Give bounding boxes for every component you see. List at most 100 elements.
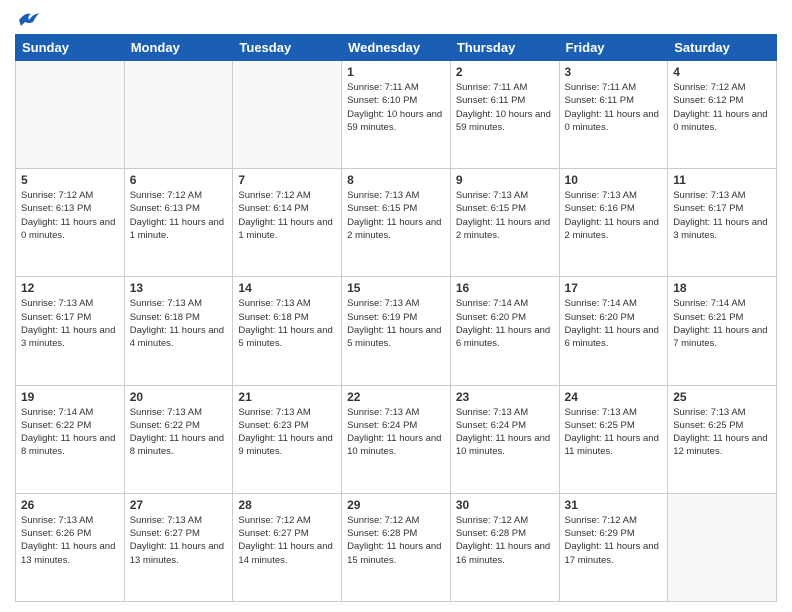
calendar-cell: 6 Sunrise: 7:12 AM Sunset: 6:13 PM Daylig… [124, 169, 233, 277]
cell-details: Sunrise: 7:13 AM Sunset: 6:16 PM Dayligh… [565, 189, 663, 242]
day-number: 19 [21, 390, 119, 404]
cell-details: Sunrise: 7:12 AM Sunset: 6:13 PM Dayligh… [21, 189, 119, 242]
cell-details: Sunrise: 7:13 AM Sunset: 6:17 PM Dayligh… [673, 189, 771, 242]
weekday-header-tuesday: Tuesday [233, 35, 342, 61]
cell-details: Sunrise: 7:12 AM Sunset: 6:28 PM Dayligh… [347, 514, 445, 567]
cell-details: Sunrise: 7:13 AM Sunset: 6:24 PM Dayligh… [347, 406, 445, 459]
cell-details: Sunrise: 7:11 AM Sunset: 6:10 PM Dayligh… [347, 81, 445, 134]
day-number: 3 [565, 65, 663, 79]
cell-details: Sunrise: 7:13 AM Sunset: 6:18 PM Dayligh… [130, 297, 228, 350]
cell-details: Sunrise: 7:12 AM Sunset: 6:14 PM Dayligh… [238, 189, 336, 242]
weekday-header-friday: Friday [559, 35, 668, 61]
weekday-header-monday: Monday [124, 35, 233, 61]
day-number: 14 [238, 281, 336, 295]
calendar-cell: 15 Sunrise: 7:13 AM Sunset: 6:19 PM Dayli… [342, 277, 451, 385]
logo-bird-icon [17, 10, 39, 28]
cell-details: Sunrise: 7:13 AM Sunset: 6:25 PM Dayligh… [565, 406, 663, 459]
page: SundayMondayTuesdayWednesdayThursdayFrid… [0, 0, 792, 612]
day-number: 17 [565, 281, 663, 295]
day-number: 1 [347, 65, 445, 79]
calendar-cell: 5 Sunrise: 7:12 AM Sunset: 6:13 PM Daylig… [16, 169, 125, 277]
calendar-cell: 10Sunrise: 7:13 AM Sunset: 6:16 PM Dayli… [559, 169, 668, 277]
day-number: 7 [238, 173, 336, 187]
cell-details: Sunrise: 7:13 AM Sunset: 6:15 PM Dayligh… [347, 189, 445, 242]
calendar-cell: 4 Sunrise: 7:12 AM Sunset: 6:12 PM Daylig… [668, 61, 777, 169]
day-number: 15 [347, 281, 445, 295]
day-number: 23 [456, 390, 554, 404]
calendar-week-row: 5 Sunrise: 7:12 AM Sunset: 6:13 PM Daylig… [16, 169, 777, 277]
cell-details: Sunrise: 7:13 AM Sunset: 6:15 PM Dayligh… [456, 189, 554, 242]
calendar-cell: 19 Sunrise: 7:14 AM Sunset: 6:22 PM Dayli… [16, 385, 125, 493]
calendar-week-row: 12Sunrise: 7:13 AM Sunset: 6:17 PM Dayli… [16, 277, 777, 385]
day-number: 24 [565, 390, 663, 404]
calendar-week-row: 26 Sunrise: 7:13 AM Sunset: 6:26 PM Dayli… [16, 493, 777, 601]
calendar-cell: 3 Sunrise: 7:11 AM Sunset: 6:11 PM Daylig… [559, 61, 668, 169]
weekday-header-thursday: Thursday [450, 35, 559, 61]
day-number: 27 [130, 498, 228, 512]
day-number: 29 [347, 498, 445, 512]
day-number: 21 [238, 390, 336, 404]
logo [15, 10, 39, 26]
day-number: 6 [130, 173, 228, 187]
cell-details: Sunrise: 7:13 AM Sunset: 6:18 PM Dayligh… [238, 297, 336, 350]
calendar-cell [124, 61, 233, 169]
day-number: 16 [456, 281, 554, 295]
cell-details: Sunrise: 7:14 AM Sunset: 6:20 PM Dayligh… [456, 297, 554, 350]
cell-details: Sunrise: 7:13 AM Sunset: 6:26 PM Dayligh… [21, 514, 119, 567]
day-number: 26 [21, 498, 119, 512]
cell-details: Sunrise: 7:12 AM Sunset: 6:28 PM Dayligh… [456, 514, 554, 567]
calendar-cell: 25 Sunrise: 7:13 AM Sunset: 6:25 PM Dayli… [668, 385, 777, 493]
day-number: 18 [673, 281, 771, 295]
cell-details: Sunrise: 7:13 AM Sunset: 6:22 PM Dayligh… [130, 406, 228, 459]
calendar-cell: 8Sunrise: 7:13 AM Sunset: 6:15 PM Daylig… [342, 169, 451, 277]
calendar-cell: 7 Sunrise: 7:12 AM Sunset: 6:14 PM Daylig… [233, 169, 342, 277]
day-number: 13 [130, 281, 228, 295]
day-number: 28 [238, 498, 336, 512]
day-number: 4 [673, 65, 771, 79]
calendar-week-row: 1 Sunrise: 7:11 AM Sunset: 6:10 PM Daylig… [16, 61, 777, 169]
calendar-cell: 22 Sunrise: 7:13 AM Sunset: 6:24 PM Dayli… [342, 385, 451, 493]
cell-details: Sunrise: 7:12 AM Sunset: 6:12 PM Dayligh… [673, 81, 771, 134]
calendar-cell: 27 Sunrise: 7:13 AM Sunset: 6:27 PM Dayli… [124, 493, 233, 601]
calendar-week-row: 19 Sunrise: 7:14 AM Sunset: 6:22 PM Dayli… [16, 385, 777, 493]
calendar-cell: 28 Sunrise: 7:12 AM Sunset: 6:27 PM Dayli… [233, 493, 342, 601]
calendar-cell: 12Sunrise: 7:13 AM Sunset: 6:17 PM Dayli… [16, 277, 125, 385]
weekday-header-sunday: Sunday [16, 35, 125, 61]
calendar-cell: 2Sunrise: 7:11 AM Sunset: 6:11 PM Daylig… [450, 61, 559, 169]
day-number: 20 [130, 390, 228, 404]
day-number: 9 [456, 173, 554, 187]
calendar-cell: 29 Sunrise: 7:12 AM Sunset: 6:28 PM Dayli… [342, 493, 451, 601]
calendar-cell [233, 61, 342, 169]
cell-details: Sunrise: 7:13 AM Sunset: 6:27 PM Dayligh… [130, 514, 228, 567]
cell-details: Sunrise: 7:13 AM Sunset: 6:19 PM Dayligh… [347, 297, 445, 350]
day-number: 25 [673, 390, 771, 404]
cell-details: Sunrise: 7:13 AM Sunset: 6:25 PM Dayligh… [673, 406, 771, 459]
calendar-cell [668, 493, 777, 601]
day-number: 22 [347, 390, 445, 404]
cell-details: Sunrise: 7:14 AM Sunset: 6:22 PM Dayligh… [21, 406, 119, 459]
cell-details: Sunrise: 7:13 AM Sunset: 6:24 PM Dayligh… [456, 406, 554, 459]
cell-details: Sunrise: 7:11 AM Sunset: 6:11 PM Dayligh… [565, 81, 663, 134]
calendar-cell: 20 Sunrise: 7:13 AM Sunset: 6:22 PM Dayli… [124, 385, 233, 493]
calendar-cell: 26 Sunrise: 7:13 AM Sunset: 6:26 PM Dayli… [16, 493, 125, 601]
calendar-cell: 1 Sunrise: 7:11 AM Sunset: 6:10 PM Daylig… [342, 61, 451, 169]
cell-details: Sunrise: 7:12 AM Sunset: 6:27 PM Dayligh… [238, 514, 336, 567]
calendar-cell: 18 Sunrise: 7:14 AM Sunset: 6:21 PM Dayli… [668, 277, 777, 385]
day-number: 30 [456, 498, 554, 512]
calendar-cell: 13 Sunrise: 7:13 AM Sunset: 6:18 PM Dayli… [124, 277, 233, 385]
cell-details: Sunrise: 7:13 AM Sunset: 6:17 PM Dayligh… [21, 297, 119, 350]
calendar-cell: 9 Sunrise: 7:13 AM Sunset: 6:15 PM Daylig… [450, 169, 559, 277]
header [15, 10, 777, 26]
calendar-cell: 31Sunrise: 7:12 AM Sunset: 6:29 PM Dayli… [559, 493, 668, 601]
cell-details: Sunrise: 7:12 AM Sunset: 6:13 PM Dayligh… [130, 189, 228, 242]
cell-details: Sunrise: 7:13 AM Sunset: 6:23 PM Dayligh… [238, 406, 336, 459]
day-number: 11 [673, 173, 771, 187]
day-number: 31 [565, 498, 663, 512]
calendar-cell: 11 Sunrise: 7:13 AM Sunset: 6:17 PM Dayli… [668, 169, 777, 277]
cell-details: Sunrise: 7:14 AM Sunset: 6:20 PM Dayligh… [565, 297, 663, 350]
day-number: 5 [21, 173, 119, 187]
calendar-cell: 23 Sunrise: 7:13 AM Sunset: 6:24 PM Dayli… [450, 385, 559, 493]
cell-details: Sunrise: 7:14 AM Sunset: 6:21 PM Dayligh… [673, 297, 771, 350]
calendar-table: SundayMondayTuesdayWednesdayThursdayFrid… [15, 34, 777, 602]
calendar-cell: 30 Sunrise: 7:12 AM Sunset: 6:28 PM Dayli… [450, 493, 559, 601]
